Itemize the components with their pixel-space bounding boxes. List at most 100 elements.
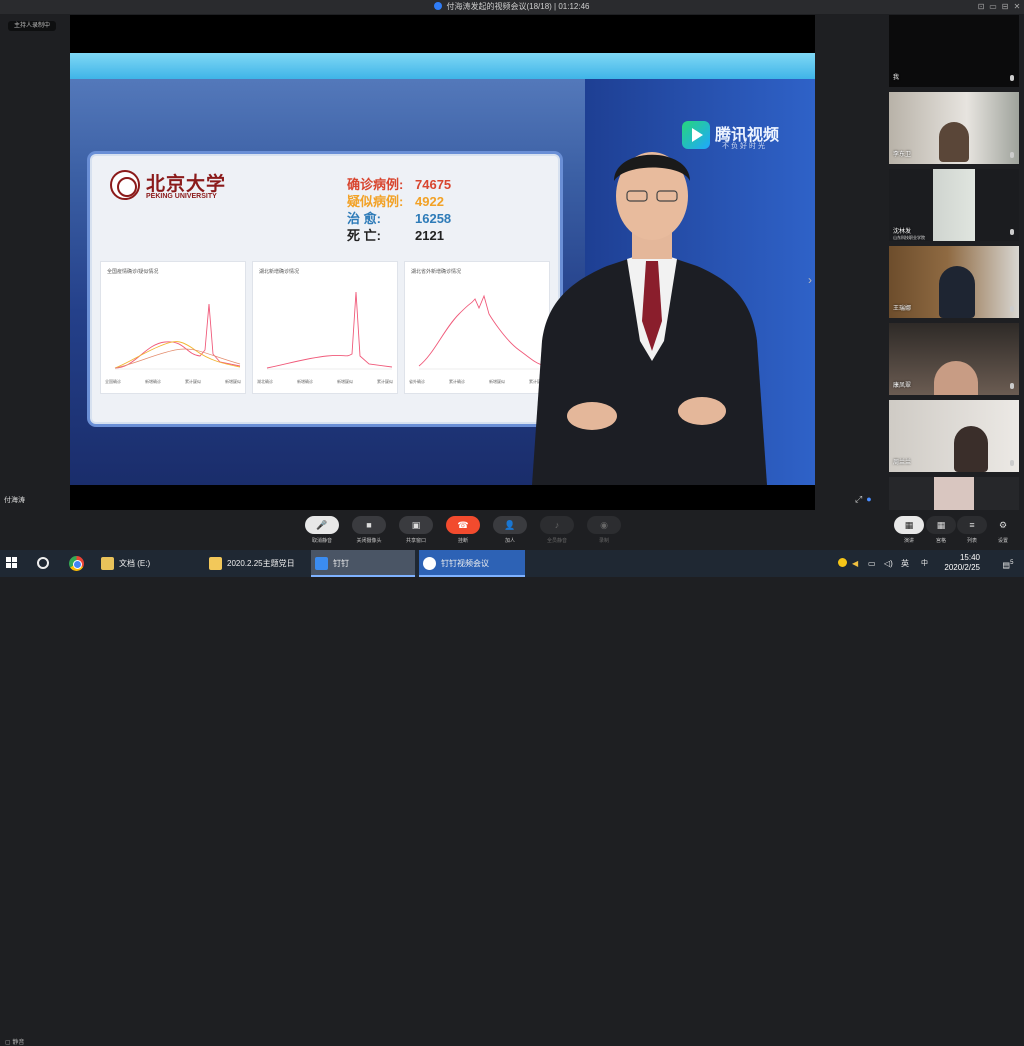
legend-item: 新增确诊	[145, 379, 161, 384]
stat-value: 16258	[415, 211, 452, 226]
volume-icon[interactable]: ◁)	[884, 550, 893, 577]
window-title-wrap: 付海涛发起的视频会议(18/18) | 01:12:46	[0, 0, 1024, 14]
epidemic-board: 北京大学 PEKING UNIVERSITY 确诊病例: 74675 疑似病例: 4…	[90, 154, 560, 424]
add-people-button[interactable]: 👤 加人	[492, 516, 528, 546]
mute-all-icon: ♪	[540, 516, 574, 534]
ime-indicator[interactable]: 英	[901, 550, 909, 577]
mini-chart-legend: 湖北确诊 新增确诊 新增疑似 累计疑似	[257, 379, 393, 389]
participant-name: 王瑞娜	[893, 306, 912, 312]
participant-name: 沈林发	[893, 229, 912, 235]
fullscreen-icon[interactable]: ⤢	[855, 494, 862, 504]
presenter-figure	[532, 152, 767, 485]
button-label: 全员静音	[546, 538, 567, 544]
participant-tile[interactable]: 沈林发 山东科技职业学院	[889, 169, 1019, 241]
clock-time: 15:40	[959, 553, 980, 562]
list-view-button[interactable]: ≡ 列表	[955, 516, 989, 546]
button-label: 共享窗口	[405, 538, 426, 544]
self-mute-indicator[interactable]: ▢ 静音	[5, 1037, 24, 1046]
record-icon: ◉	[587, 516, 621, 534]
stage-info-icon[interactable]: ●	[866, 494, 871, 504]
notification-center-icon[interactable]: ▤5	[998, 550, 1018, 577]
network-icon[interactable]: ▭	[868, 550, 876, 577]
camera-off-button[interactable]: ■ 关闭摄像头	[351, 516, 387, 546]
mini-chart-legend: 全国确诊 新增确诊 累计疑似 新增疑似	[105, 379, 241, 389]
participant-tile[interactable]: 王瑞娜	[889, 246, 1019, 318]
drive-icon	[101, 557, 114, 570]
mini-chart-national: 全国疫情确诊/疑似情况 全国确诊 新增确诊 累计疑似 新增疑似	[100, 261, 246, 394]
participant-list: 我 李东卫 沈林发 山东科技职业学院 王瑞娜 康凤翠 周兰兰	[889, 15, 1019, 510]
speaker-view-button[interactable]: ▦ 演讲	[892, 516, 926, 546]
share-window-button[interactable]: ▣ 共享窗口	[398, 516, 434, 546]
pku-seal-icon	[110, 170, 140, 200]
stat-deaths: 死 亡: 2121	[347, 227, 507, 244]
hang-up-button[interactable]: ☎ 挂断	[445, 516, 481, 546]
button-label: 取消静音	[311, 538, 332, 544]
stat-label: 治 愈:	[347, 211, 381, 226]
mute-all-button[interactable]: ♪ 全员静音	[539, 516, 575, 546]
button-label: 关闭摄像头	[356, 538, 382, 544]
main-video-stage[interactable]: 腾讯视频 不负好时光 北京大学 PEKING UNIVERSITY 确诊病例: 7…	[70, 15, 815, 510]
legend-item: 新增疑似	[225, 379, 241, 384]
tray-flag-icon[interactable]: ◀	[852, 550, 858, 577]
stat-confirmed: 确诊病例: 74675	[347, 176, 507, 193]
record-button[interactable]: ◉ 录制	[586, 516, 622, 546]
pku-name-en: PEKING UNIVERSITY	[146, 193, 217, 200]
taskbar-item-dingtalk[interactable]: 钉钉	[311, 550, 415, 577]
taskbar-item-label: 2020.2.25主题党日	[227, 559, 295, 568]
list-icon: ≡	[957, 516, 987, 534]
window-title: 付海涛发起的视频会议(18/18) | 01:12:46	[446, 2, 590, 11]
taskbar-item-folder[interactable]: 2020.2.25主题党日	[205, 550, 309, 577]
participant-tile[interactable]: 周兰兰	[889, 400, 1019, 472]
system-clock[interactable]: 15:40 2020/2/25	[944, 553, 980, 573]
mini-chart-title: 湖北省外新增确诊情况	[411, 269, 462, 275]
participant-tile[interactable]: 李东卫	[889, 92, 1019, 164]
stat-value: 74675	[415, 177, 452, 192]
mic-icon	[1010, 152, 1014, 158]
stat-label: 疑似病例:	[347, 194, 404, 209]
stat-label: 死 亡:	[347, 228, 381, 243]
next-arrow-icon[interactable]: ›	[803, 273, 815, 295]
button-label: 设置	[997, 538, 1008, 544]
presenter-name: 付海涛	[4, 497, 25, 504]
stage-controls: ⤢ ●	[855, 494, 876, 505]
legend-item: 湖北确诊	[257, 379, 273, 384]
phone-icon: ☎	[446, 516, 480, 534]
meeting-toolbar: ▢ 静音 🎤 取消静音 ■ 关闭摄像头 ▣ 共享窗口 ☎ 挂断 👤 加人 ♪ 全员静音 ◉ 录…	[0, 512, 1024, 1046]
mini-chart-title: 湖北新增确诊情况	[259, 269, 300, 275]
grid-view-button[interactable]: ▦ 宫格	[924, 516, 958, 546]
chrome-icon[interactable]	[69, 556, 84, 571]
mini-chart-plot	[418, 294, 545, 370]
mic-icon	[1010, 306, 1014, 312]
stat-suspected: 疑似病例: 4922	[347, 193, 507, 210]
legend-item: 累计疑似	[185, 379, 201, 384]
share-icon: ▣	[399, 516, 433, 534]
video-person	[934, 361, 978, 395]
mic-icon	[1010, 229, 1014, 235]
windows-taskbar: 文档 (E:) 2020.2.25主题党日 钉钉 钉钉视频会议 ◀ ▭ ◁) 英…	[0, 550, 1024, 577]
taskbar-item-dingtalk-meeting[interactable]: 钉钉视频会议	[419, 550, 525, 577]
ime-mode[interactable]: 中	[920, 550, 929, 577]
mini-chart-legend: 省外确诊 累计确诊 新增疑似 累计疑似	[409, 379, 545, 389]
taskbar-item-documents[interactable]: 文档 (E:)	[97, 550, 197, 577]
recording-badge: 主持人录制中	[8, 21, 57, 31]
button-label: 加人	[504, 538, 515, 544]
participant-name: 康凤翠	[893, 383, 912, 389]
windows-start-icon[interactable]	[6, 557, 18, 569]
mini-chart-outside-hubei: 湖北省外新增确诊情况 省外确诊 累计确诊 新增疑似 累计疑似	[404, 261, 550, 394]
unmute-button[interactable]: 🎤 取消静音	[304, 516, 340, 546]
participant-name: 李东卫	[893, 152, 912, 158]
participant-tile[interactable]: 我	[889, 15, 1019, 87]
tray-app-icon[interactable]	[838, 550, 848, 577]
legend-item: 全国确诊	[105, 379, 121, 384]
legend-item: 新增疑似	[489, 379, 505, 384]
camera-icon: ■	[352, 516, 386, 534]
participant-tile[interactable]: 康凤翠	[889, 323, 1019, 395]
mic-icon	[1010, 75, 1014, 81]
add-user-icon: 👤	[493, 516, 527, 534]
settings-button[interactable]: ⚙ 设置	[986, 516, 1020, 546]
title-bar: 付海涛发起的视频会议(18/18) | 01:12:46 ⊡ ▭ ⊟ ✕	[0, 0, 1024, 14]
close-button[interactable]: ✕	[1010, 0, 1024, 14]
participant-tile[interactable]	[889, 477, 1019, 510]
mini-chart-plot	[114, 303, 241, 370]
cortana-search-icon[interactable]	[37, 557, 49, 569]
